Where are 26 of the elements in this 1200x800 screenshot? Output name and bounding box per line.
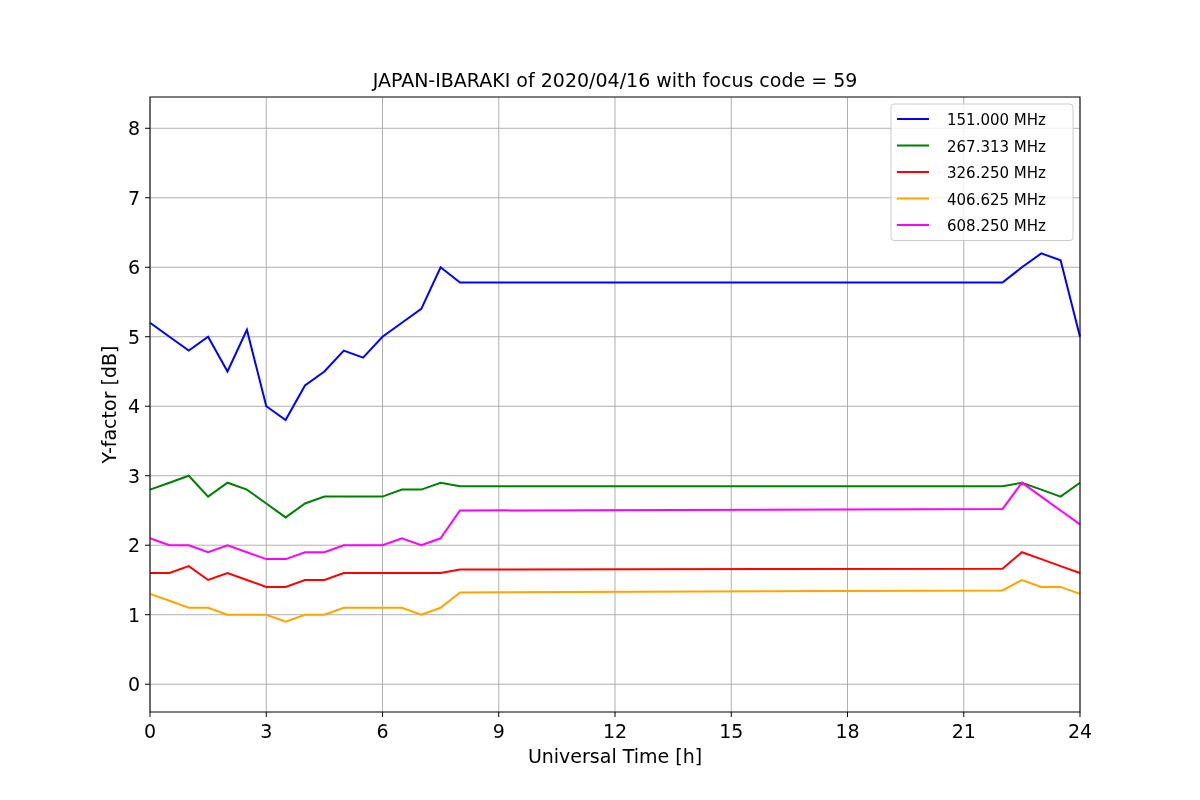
x-tick-label: 15: [719, 720, 744, 742]
y-tick-label: 7: [127, 186, 140, 209]
y-tick-label: 5: [127, 325, 140, 348]
legend-label: 267.313 MHz: [947, 137, 1046, 156]
x-tick-label: 12: [602, 720, 628, 742]
x-axis-label: Universal Time [h]: [527, 745, 703, 767]
legend-label: 151.000 MHz: [947, 111, 1046, 129]
x-tick-label: 18: [835, 720, 860, 742]
x-tick-label: 24: [1067, 720, 1093, 742]
x-tick-label: 6: [376, 720, 389, 742]
y-tick-label: 0: [127, 673, 140, 696]
y-tick-label: 6: [127, 256, 140, 279]
y-tick-label: 2: [127, 534, 140, 557]
legend-label: 326.250 MHz: [947, 164, 1046, 182]
y-tick-label: 8: [127, 117, 140, 140]
x-tick-label: 21: [951, 720, 976, 742]
y-tick-label: 3: [127, 464, 140, 487]
y-axis-label: Y-factor [dB]: [98, 345, 120, 464]
x-tick-label: 3: [260, 720, 273, 742]
x-tick-label: 0: [143, 720, 157, 742]
legend-label: 608.250 MHz: [947, 217, 1046, 235]
y-tick-label: 1: [127, 603, 140, 626]
legend-label: 406.625 MHz: [947, 190, 1046, 209]
x-tick-label: 9: [492, 720, 505, 742]
y-tick-label: 4: [127, 395, 140, 418]
chart-title: JAPAN-IBARAKI of 2020/04/16 with focus code = 59: [372, 69, 858, 91]
